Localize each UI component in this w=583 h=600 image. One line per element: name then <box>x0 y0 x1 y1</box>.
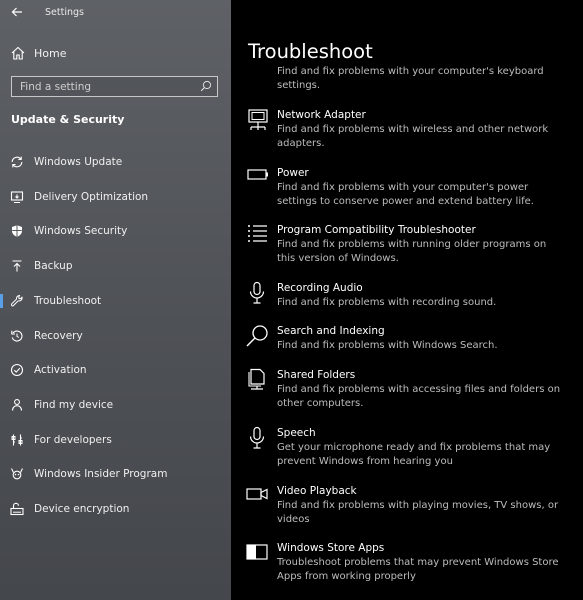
troubleshooter-description: Find and fix problems with wireless and … <box>277 124 549 149</box>
search-input[interactable] <box>12 77 208 96</box>
search-icon[interactable] <box>200 80 212 92</box>
sidebar-item-windows-update[interactable]: Windows Update <box>0 148 231 176</box>
troubleshooter-title: Search and Indexing <box>277 325 385 337</box>
store-apps-icon <box>245 541 271 567</box>
app-title: Settings <box>45 7 84 18</box>
troubleshooter-description: Troubleshoot problems that may prevent W… <box>277 557 559 582</box>
sidebar-item-activation[interactable]: Activation <box>0 356 231 384</box>
sidebar-item-windows-security[interactable]: Windows Security <box>0 217 231 245</box>
sidebar-item-label: Device encryption <box>34 503 130 515</box>
sidebar-item-label: Find my device <box>34 399 114 411</box>
sidebar-item-label: Windows Update <box>34 156 123 168</box>
sidebar-item-label: Troubleshoot <box>34 295 102 307</box>
sidebar-item-label: For developers <box>34 434 112 446</box>
troubleshooter-description: Get your microphone ready and fix proble… <box>277 442 551 467</box>
sidebar-item-backup[interactable]: Backup <box>0 252 231 280</box>
delivery-icon <box>10 190 24 204</box>
sidebar-item-label: Windows Insider Program <box>34 468 168 480</box>
video-camera-icon <box>245 484 271 510</box>
sidebar-item-label: Backup <box>34 260 73 272</box>
sidebar-item-label: Delivery Optimization <box>34 191 149 203</box>
sidebar-item-label: Windows Security <box>34 225 128 237</box>
troubleshooter-description: Find and fix problems with recording sou… <box>277 297 497 308</box>
troubleshooter-description: Find and fix problems with running older… <box>277 239 547 264</box>
sync-icon <box>10 155 24 169</box>
troubleshooter-title: Shared Folders <box>277 369 356 381</box>
wrench-icon <box>10 294 24 308</box>
troubleshooter-description: Find and fix problems with accessing fil… <box>277 384 561 409</box>
search-icon <box>245 324 271 350</box>
troubleshooter-title: Windows Store Apps <box>277 542 385 554</box>
sidebar-item-for-developers[interactable]: For developers <box>0 426 231 454</box>
main-content: Troubleshoot Find and fix problems with … <box>231 0 583 600</box>
troubleshooter-title: Recording Audio <box>277 282 363 294</box>
home-label: Home <box>34 46 67 60</box>
troubleshooter-description: Find and fix problems with playing movie… <box>277 500 559 525</box>
developer-icon <box>10 433 24 447</box>
sidebar-item-troubleshoot[interactable]: Troubleshoot <box>0 287 231 315</box>
troubleshooter-title: Video Playback <box>277 485 357 497</box>
page-title: Troubleshoot <box>248 40 373 63</box>
settings-window: Settings Home Update & Security Windows … <box>0 0 583 600</box>
shared-folder-icon <box>245 368 271 394</box>
battery-icon <box>245 166 271 192</box>
speech-microphone-icon <box>245 426 271 452</box>
selected-indicator <box>0 294 3 308</box>
troubleshooter-title: Program Compatibility Troubleshooter <box>277 224 476 236</box>
recovery-icon <box>10 329 24 343</box>
sidebar-item-recovery[interactable]: Recovery <box>0 322 231 350</box>
troubleshooter-title: Speech <box>277 427 316 439</box>
partial-description: Find and fix problems with your computer… <box>277 66 544 91</box>
check-circle-icon <box>10 363 24 377</box>
sidebar: Settings Home Update & Security Windows … <box>0 0 231 600</box>
troubleshooter-title: Network Adapter <box>277 109 366 121</box>
encryption-icon <box>10 502 24 516</box>
section-title: Update & Security <box>11 113 125 126</box>
sidebar-item-device-encryption[interactable]: Device encryption <box>0 495 231 523</box>
person-icon <box>10 398 24 412</box>
network-adapter-icon <box>245 108 271 134</box>
troubleshooter-description: Find and fix problems with your computer… <box>277 182 534 207</box>
sidebar-item-label: Activation <box>34 364 87 376</box>
search-box[interactable] <box>11 76 218 97</box>
insider-icon <box>10 467 24 481</box>
home-icon <box>10 45 26 61</box>
sidebar-item-delivery-optimization[interactable]: Delivery Optimization <box>0 183 231 211</box>
sidebar-item-find-my-device[interactable]: Find my device <box>0 391 231 419</box>
list-icon <box>245 223 271 249</box>
backup-icon <box>10 259 24 273</box>
home-nav-item[interactable]: Home <box>10 43 66 63</box>
sidebar-item-windows-insider-program[interactable]: Windows Insider Program <box>0 460 231 488</box>
troubleshooter-title: Power <box>277 167 309 179</box>
back-arrow-icon[interactable] <box>10 5 24 19</box>
title-bar: Settings <box>0 0 231 26</box>
sidebar-item-label: Recovery <box>34 330 83 342</box>
microphone-icon <box>245 281 271 307</box>
troubleshooter-description: Find and fix problems with Windows Searc… <box>277 340 498 351</box>
shield-icon <box>10 224 24 238</box>
